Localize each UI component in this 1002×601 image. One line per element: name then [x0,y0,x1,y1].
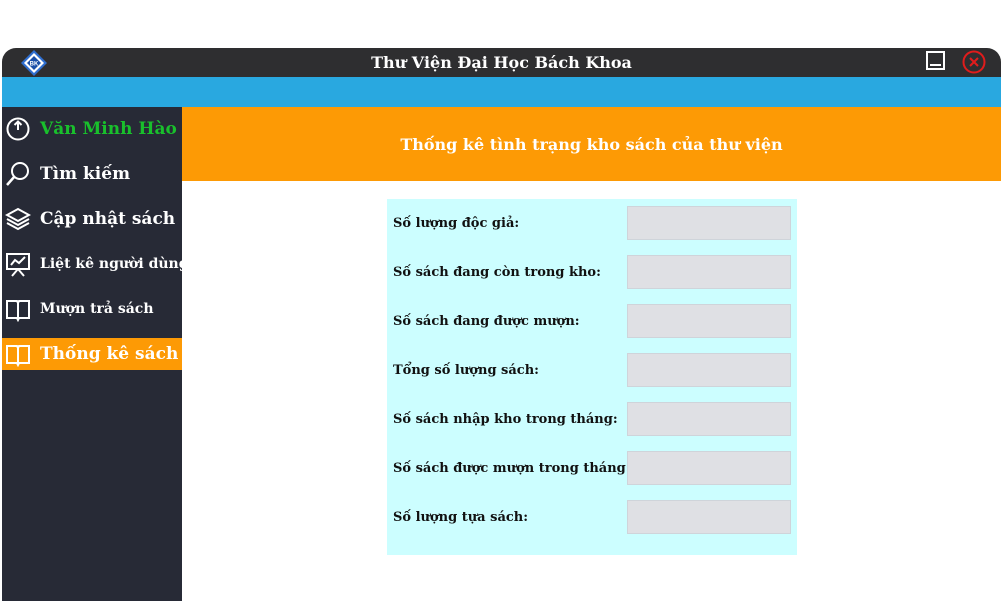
sidebar-item-label: Thống kê sách [40,344,179,364]
content-header: Thống kê tình trạng kho sách của thư việ… [182,107,1001,181]
sidebar-item-list-users[interactable]: Liệt kê người dùng [2,248,189,280]
stat-label: Tổng số lượng sách: [393,363,539,378]
sidebar-item-search[interactable]: Tìm kiếm [2,158,182,190]
sidebar: Văn Minh Hào Tìm kiếm Cập nhật sách Liệt… [2,107,189,601]
stat-row-books-imported-month: Số sách nhập kho trong tháng: [387,402,797,436]
sidebar-item-update-books[interactable]: Cập nhật sách [2,203,182,235]
sidebar-item-label: Tìm kiếm [40,164,131,184]
stat-row-books-in-stock: Số sách đang còn trong kho: [387,255,797,289]
search-icon [6,162,29,186]
sidebar-item-label: Văn Minh Hào [40,119,177,139]
sidebar-item-label: Liệt kê người dùng [40,256,189,272]
stat-row-titles: Số lượng tựa sách: [387,500,797,534]
stat-field-books-imported-month[interactable] [627,402,791,436]
stat-label: Số sách nhập kho trong tháng: [393,412,618,427]
power-icon [6,117,30,141]
stat-label: Số sách đang được mượn: [393,314,580,329]
stat-field-total-books[interactable] [627,353,791,387]
open-book-icon [6,345,30,367]
window-title: Thư Viện Đại Học Bách Khoa [371,53,632,72]
app-window: BK Thư Viện Đại Học Bách Khoa Văn Minh H… [2,48,1001,601]
title-bar: BK Thư Viện Đại Học Bách Khoa [2,48,1001,77]
stat-row-books-borrowed-month: Số sách được mượn trong tháng: [387,451,797,485]
minimize-button[interactable] [926,51,945,70]
accent-bar [2,77,1001,107]
stat-label: Số sách đang còn trong kho: [393,265,601,280]
statistics-panel: Số lượng độc giả: Số sách đang còn trong… [387,199,797,555]
stat-field-titles[interactable] [627,500,791,534]
presentation-chart-icon [6,253,30,277]
stat-label: Số lượng độc giả: [393,216,520,231]
stat-label: Số lượng tựa sách: [393,510,529,525]
open-book-icon [6,300,30,322]
sidebar-item-label: Mượn trả sách [40,301,154,317]
page-title: Thống kê tình trạng kho sách của thư việ… [400,135,783,154]
sidebar-item-book-statistics[interactable]: Thống kê sách [2,338,182,370]
stat-field-books-in-stock[interactable] [627,255,791,289]
stat-field-readers[interactable] [627,206,791,240]
stat-row-readers: Số lượng độc giả: [387,206,797,240]
close-button[interactable] [962,50,986,74]
stat-row-total-books: Tổng số lượng sách: [387,353,797,387]
sidebar-item-user[interactable]: Văn Minh Hào [2,113,182,145]
stat-row-books-borrowed: Số sách đang được mượn: [387,304,797,338]
sidebar-item-label: Cập nhật sách [40,209,176,229]
stat-label: Số sách được mượn trong tháng: [393,461,631,476]
stat-field-books-borrowed-month[interactable] [627,451,791,485]
layers-icon [5,207,31,231]
stat-field-books-borrowed[interactable] [627,304,791,338]
sidebar-item-borrow-return[interactable]: Mượn trả sách [2,293,182,325]
